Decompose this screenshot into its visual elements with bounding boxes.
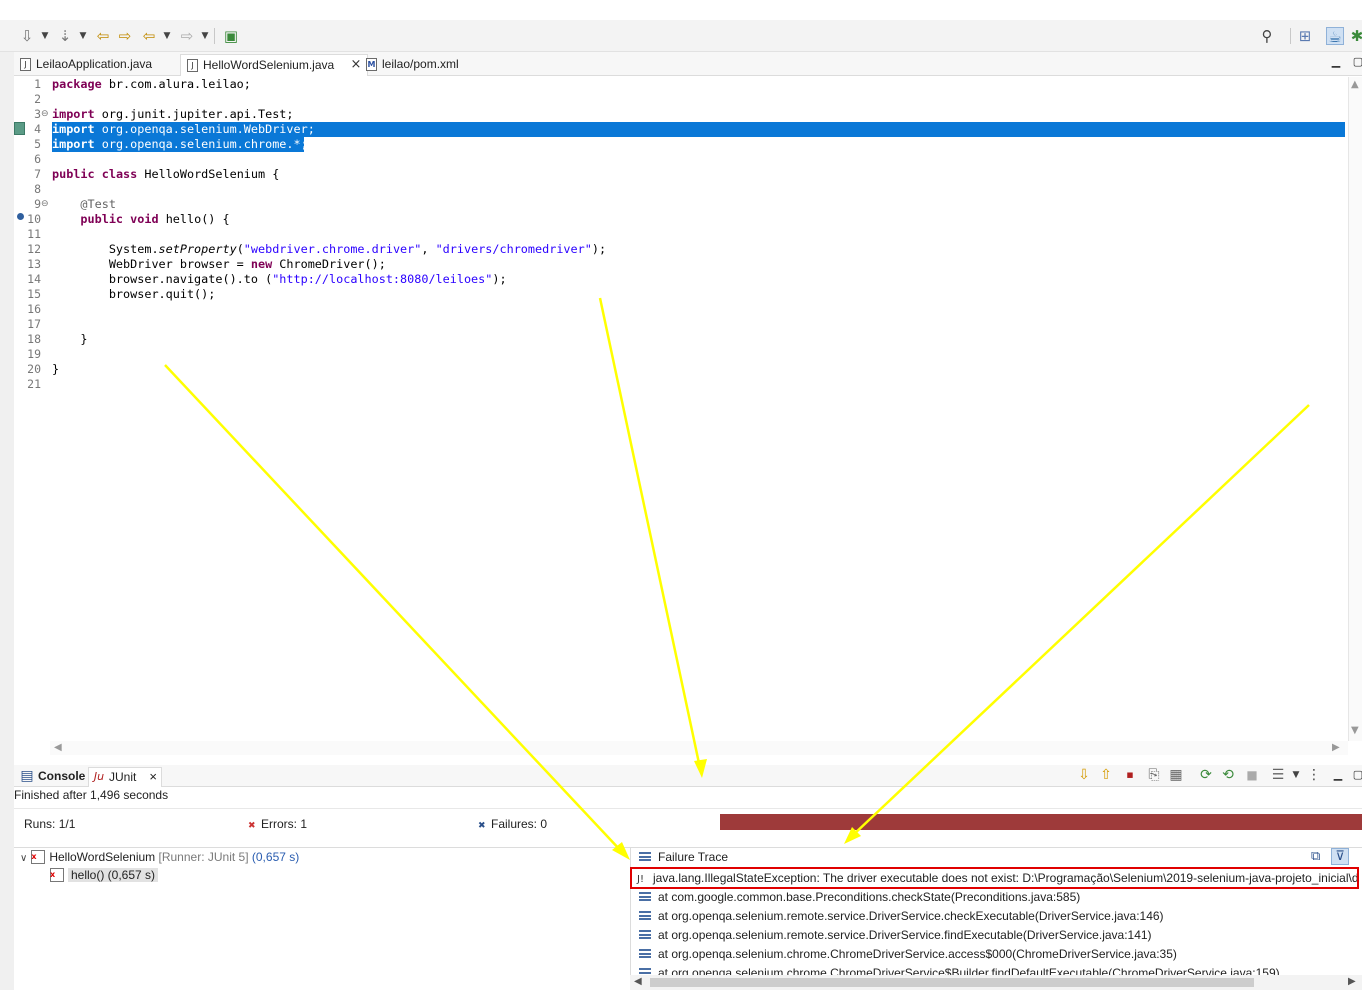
- arrow-head: [694, 759, 707, 778]
- annotation-arrows: [164, 297, 1310, 860]
- arrow-line: [851, 404, 1310, 837]
- ide-window: { "editor_tabs": [ {"label": "LeilaoAppl…: [0, 0, 1362, 990]
- arrow-line: [164, 364, 623, 853]
- arrow-line: [598, 297, 702, 769]
